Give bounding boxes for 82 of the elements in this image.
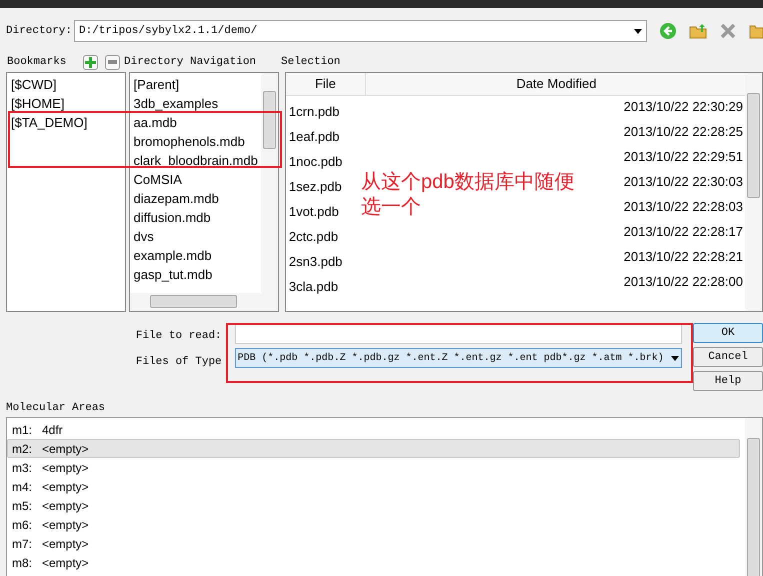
file-name[interactable]: 2ctc.pdb <box>288 227 338 246</box>
file-name[interactable]: 1eaf.pdb <box>288 127 340 146</box>
area-value: <empty> <box>42 478 89 496</box>
file-name[interactable]: 1crn.pdb <box>288 102 340 122</box>
dialog-button[interactable]: Cancel <box>693 347 763 367</box>
selection-label: Selection <box>281 54 340 70</box>
directory-item[interactable]: aa.mdb <box>134 113 261 132</box>
date-modified: 2013/10/22 22:28:25 <box>624 123 743 141</box>
area-id: m3: <box>12 460 34 476</box>
annotation-text: 从这个pdb数据库中随便选一个 <box>361 170 576 220</box>
molecular-area-row[interactable]: m7: <empty> <box>7 534 740 553</box>
bookmark-item[interactable]: [$HOME] <box>11 94 125 113</box>
area-value: <empty> <box>42 440 89 458</box>
column-header[interactable]: File <box>286 73 366 95</box>
molecular-area-row[interactable]: m2: <empty> <box>7 439 740 458</box>
directory-item[interactable]: example.mdb <box>134 246 261 265</box>
directory-item[interactable]: clark_bloodbrain.mdb <box>134 151 261 170</box>
directory-item[interactable]: 3db_examples <box>134 94 261 113</box>
files-of-type-label: Files of Type <box>136 354 222 370</box>
molecular-area-row[interactable]: m3: <empty> <box>7 458 740 477</box>
molecular-area-row[interactable]: m8: <empty> <box>7 553 740 572</box>
area-value: 4dfr <box>42 422 63 438</box>
vertical-scrollbar[interactable] <box>744 73 762 311</box>
folder-up-icon[interactable] <box>689 22 707 40</box>
area-value: <empty> <box>42 516 89 534</box>
date-modified: 2013/10/22 22:30:29 <box>624 98 743 116</box>
vertical-scrollbar[interactable] <box>745 418 762 576</box>
minus-icon <box>108 60 117 64</box>
delete-x-icon[interactable] <box>719 22 737 40</box>
file-type-dropdown[interactable]: PDB (*.pdb *.pdb.Z *.pdb.gz *.ent.Z *.ent.gz *.ent pdb*.gz *.atm *.brk) <box>234 348 682 368</box>
area-id: m4: <box>12 478 34 496</box>
directory-item[interactable]: diazepam.mdb <box>134 189 261 208</box>
area-value: <empty> <box>42 460 89 476</box>
directory-item[interactable]: dvs <box>134 227 261 246</box>
plus-icon <box>85 56 96 68</box>
area-id: m2: <box>12 440 34 458</box>
file-name[interactable]: 2sn3.pdb <box>288 252 342 272</box>
directory-item[interactable]: bromophenols.mdb <box>134 132 261 151</box>
date-modified: 2013/10/22 22:28:17 <box>624 223 743 241</box>
date-modified: 2013/10/22 22:28:00 <box>624 273 743 291</box>
directory-item[interactable]: [Parent] <box>134 75 261 94</box>
directory-item[interactable]: gasp_tut.mdb <box>134 265 261 284</box>
date-modified: 2013/10/22 22:29:51 <box>624 148 743 166</box>
directory-label: Directory: <box>6 24 70 39</box>
molecular-area-row[interactable]: m5: <empty> <box>7 496 740 515</box>
directory-navigation-label: Directory Navigation <box>124 54 258 70</box>
file-name[interactable]: 1vot.pdb <box>288 202 339 222</box>
area-id: m7: <box>12 536 34 552</box>
date-modified: 2013/10/22 22:28:21 <box>624 248 743 266</box>
molecular-area-row[interactable]: m6: <empty> <box>7 515 740 534</box>
bookmarks-label: Bookmarks <box>7 54 68 70</box>
area-id: m5: <box>12 498 34 514</box>
file-to-read-label: File to read: <box>136 329 222 344</box>
dropdown-arrow-icon <box>670 356 679 360</box>
directory-item[interactable]: CoMSIA <box>134 170 261 189</box>
file-to-read-field[interactable] <box>234 324 682 344</box>
column-header[interactable]: Date Modified <box>366 73 747 95</box>
file-name[interactable]: 1noc.pdb <box>288 152 342 172</box>
file-name[interactable]: 3cla.pdb <box>288 277 338 296</box>
bookmark-item[interactable]: [$TA_DEMO] <box>11 113 125 132</box>
directory-item[interactable]: diffusion.mdb <box>134 208 261 227</box>
molecular-area-row[interactable]: m4: <empty> <box>7 477 740 496</box>
molecular-areas-label: Molecular Areas <box>6 401 106 414</box>
directory-combobox[interactable]: D:/tripos/sybylx2.1.1/demo/ <box>74 20 647 42</box>
area-id: m8: <box>12 554 34 572</box>
area-value: <empty> <box>42 536 89 552</box>
molecular-area-row[interactable]: m1: 4dfr <box>7 420 740 439</box>
remove-bookmark-button[interactable] <box>105 54 120 70</box>
horizontal-scrollbar[interactable] <box>130 293 278 311</box>
vertical-scrollbar[interactable] <box>260 73 278 293</box>
add-bookmark-button[interactable] <box>83 54 98 70</box>
dropdown-arrow-icon <box>634 28 642 34</box>
dialog-button[interactable]: OK <box>693 323 763 343</box>
bookmark-item[interactable]: [$CWD] <box>11 75 125 94</box>
dialog-button[interactable]: Help <box>693 371 763 391</box>
area-value: <empty> <box>42 554 89 572</box>
area-value: <empty> <box>42 498 89 514</box>
file-name[interactable]: 1sez.pdb <box>288 177 342 196</box>
area-id: m1: <box>12 422 34 438</box>
date-modified: 2013/10/22 22:30:03 <box>624 173 743 191</box>
date-modified: 2013/10/22 22:28:03 <box>624 198 743 216</box>
area-id: m6: <box>12 516 34 534</box>
